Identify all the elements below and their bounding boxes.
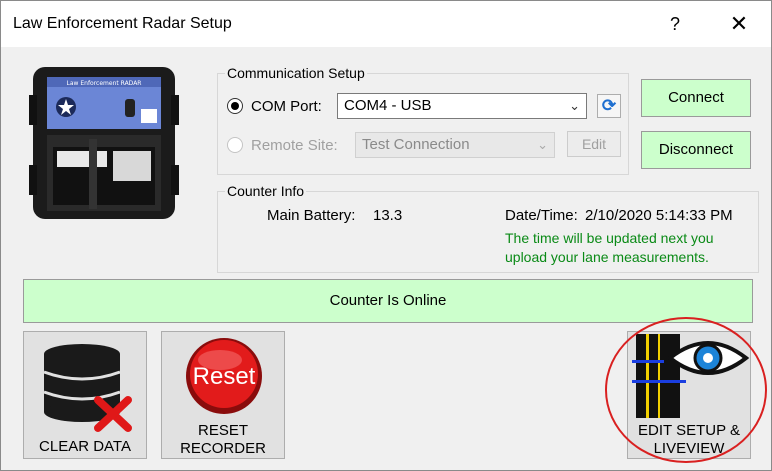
reset-recorder-button[interactable]: Reset RESET RECORDER [161,331,285,459]
dialog-window: Law Enforcement Radar Setup ? ✕ Law Enfo… [0,0,772,471]
edit-setup-label-line2: LIVEVIEW [653,440,725,457]
refresh-icon[interactable]: ⟳ [597,94,621,118]
counter-info-label: Counter Info [225,183,307,199]
communication-setup-label: Communication Setup [225,65,367,81]
time-update-note-line1: The time will be updated next you [505,230,714,246]
communication-setup-group [217,73,629,175]
remote-site-label: Remote Site: [251,137,338,154]
device-label: Law Enforcement RADAR [67,80,142,87]
main-battery-value: 13.3 [373,207,403,224]
remote-site-radio[interactable] [227,137,243,153]
remote-site-value: Test Connection [362,136,470,153]
database-delete-icon [43,344,132,432]
edit-remote-site-button[interactable]: Edit [567,131,621,157]
reset-icon: Reset [186,338,262,414]
main-battery-label: Main Battery: [267,207,356,224]
road-eye-icon [632,334,750,418]
edit-setup-liveview-button[interactable]: EDIT SETUP & LIVEVIEW [627,331,751,459]
com-port-radio[interactable] [227,98,243,114]
remote-site-dropdown[interactable]: Test Connection ⌄ [355,132,555,158]
time-update-note-line2: upload your lane measurements. [505,249,709,265]
status-banner: Counter Is Online [23,279,753,323]
reset-label-line1: RESET [197,422,248,439]
disconnect-button[interactable]: Disconnect [641,131,751,169]
edit-setup-label-line1: EDIT SETUP & [638,422,740,439]
clear-data-button[interactable]: CLEAR DATA [23,331,147,459]
com-port-value: COM4 - USB [344,97,432,114]
reset-label-line2: RECORDER [180,440,266,457]
window-title: Law Enforcement Radar Setup [13,15,232,32]
radar-device-image: Law Enforcement RADAR [29,67,179,219]
connect-button[interactable]: Connect [641,79,751,117]
com-port-dropdown[interactable]: COM4 - USB ⌄ [337,93,587,119]
title-bar: Law Enforcement Radar Setup ? ✕ [1,1,771,47]
clear-data-label: CLEAR DATA [39,438,131,455]
close-button[interactable]: ✕ [719,9,759,39]
reset-icon-text: Reset [193,363,256,390]
datetime-value: 2/10/2020 5:14:33 PM [585,207,733,224]
help-button[interactable]: ? [655,9,695,39]
chevron-down-icon: ⌄ [537,137,548,152]
datetime-label: Date/Time: [505,207,578,224]
com-port-label: COM Port: [251,98,322,115]
chevron-down-icon: ⌄ [569,98,580,113]
